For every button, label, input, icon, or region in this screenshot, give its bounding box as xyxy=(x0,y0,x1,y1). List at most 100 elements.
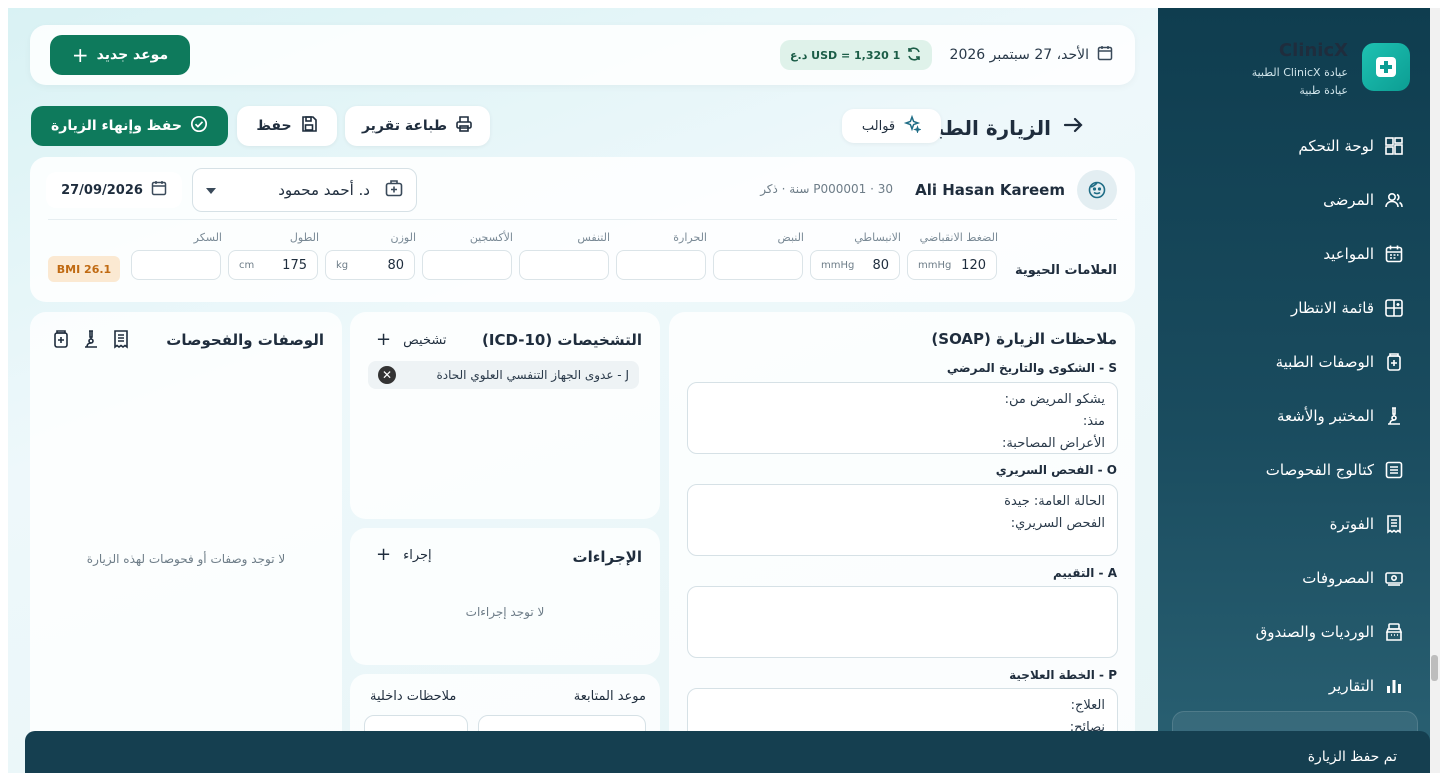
soap-s-label: S - الشكوى والتاريخ المرضي xyxy=(946,361,1117,375)
sidebar-item-billing[interactable]: الفوترة xyxy=(1330,509,1404,539)
prescriptions-empty: لا توجد وصفات أو فحوصات لهذه الزيارة xyxy=(86,552,286,566)
sidebar-item-label: الورديات والصندوق xyxy=(1255,623,1374,641)
vital-input-diastolic[interactable]: 80 mmHg xyxy=(810,250,900,280)
sidebar xyxy=(1158,8,1430,773)
procedures-panel: الإجراءات إجراء + لا توجد إجراءات xyxy=(350,528,660,665)
brand-name: ClinicX xyxy=(1278,40,1348,61)
medical-bag-icon xyxy=(384,178,404,202)
vital-input-systolic[interactable]: 120 mmHg xyxy=(907,250,997,280)
vital-label-temperature: الحرارة xyxy=(673,231,707,244)
vitals-section-label: العلامات الحيوية xyxy=(1015,263,1117,278)
save-button[interactable]: حفظ xyxy=(237,106,337,146)
prescription-actions xyxy=(52,329,130,353)
templates-button[interactable]: قوالب xyxy=(842,109,941,143)
soap-a-label: A - التقييم xyxy=(1053,566,1117,580)
microscope-icon[interactable] xyxy=(82,329,100,353)
microscope-icon xyxy=(1384,406,1404,426)
vital-input-pulse[interactable] xyxy=(713,250,803,280)
current-date: الأحد، 27 سبتمبر 2026 xyxy=(950,45,1113,65)
add-prescription-icon[interactable] xyxy=(52,329,70,353)
sparkle-icon xyxy=(903,114,923,137)
save-finish-visit-button[interactable]: حفظ وإنهاء الزيارة xyxy=(31,106,228,146)
back-arrow-icon[interactable] xyxy=(1061,113,1085,142)
vital-input-respiration[interactable] xyxy=(519,250,609,280)
plus-icon: + xyxy=(376,544,392,565)
patient-avatar xyxy=(1077,170,1117,210)
sidebar-item-label: قائمة الانتظار xyxy=(1291,299,1374,317)
soap-p-label: P - الخطة العلاجية xyxy=(1009,668,1117,682)
refresh-icon xyxy=(906,46,922,65)
vital-label-height: الطول xyxy=(289,231,319,244)
toast-message: تم حفظ الزيارة xyxy=(1307,749,1397,765)
scrollbar-thumb[interactable] xyxy=(1431,655,1438,681)
vital-input-height[interactable]: 175 cm xyxy=(228,250,318,280)
vital-input-weight[interactable]: 80 kg xyxy=(325,250,415,280)
prescriptions-panel: الوصفات والفحوصات لا توجد وصفات أو فحوصا… xyxy=(30,312,342,773)
sidebar-item-test-catalog[interactable]: كتالوج الفحوصات xyxy=(1266,455,1404,485)
sidebar-item-reports[interactable]: التقارير xyxy=(1329,671,1404,701)
invoice-icon[interactable] xyxy=(112,329,130,353)
followup-label: موعد المتابعة xyxy=(573,689,646,704)
add-procedure-button[interactable]: إجراء + xyxy=(376,546,432,564)
sidebar-item-label: المرضى xyxy=(1323,191,1374,209)
plus-icon: + xyxy=(71,43,89,67)
soap-o-textarea[interactable]: الحالة العامة: جيدة الفحص السريري: xyxy=(687,484,1118,556)
procedures-empty: لا توجد إجراءات xyxy=(465,605,545,619)
soap-a-textarea[interactable] xyxy=(687,586,1118,658)
patient-meta: P000001 · 30 سنة · ذكر xyxy=(760,182,893,196)
diagnoses-title: التشخيصات (ICD-10) xyxy=(482,331,642,349)
soap-s-textarea[interactable]: يشكو المريض من: منذ: الأعراض المصاحبة: xyxy=(687,382,1118,454)
print-report-button[interactable]: طباعة تقرير xyxy=(345,106,490,146)
catalog-icon xyxy=(1384,460,1404,480)
vital-input-oxygen[interactable] xyxy=(422,250,512,280)
cash-register-icon xyxy=(1384,622,1404,642)
printer-icon xyxy=(455,115,473,137)
procedures-title: الإجراءات xyxy=(572,548,642,566)
dashboard-icon xyxy=(1384,136,1404,156)
vital-label-systolic: الضغط الانقباضي xyxy=(919,231,998,244)
exchange-rate-badge: 1 USD = 1,320 د.ع xyxy=(780,40,933,70)
app-window: ClinicX عيادة ClinicX الطبية عيادة طبية … xyxy=(0,0,1440,773)
chevron-down-icon xyxy=(205,181,217,199)
visit-date-field[interactable]: 27/09/2026 xyxy=(46,172,182,208)
expenses-icon xyxy=(1384,568,1404,588)
calendar-icon xyxy=(1097,45,1113,65)
sidebar-item-label: كتالوج الفحوصات xyxy=(1265,461,1374,479)
remove-diagnosis-icon[interactable]: ✕ xyxy=(378,366,396,384)
sidebar-item-prescriptions[interactable]: الوصفات الطبية xyxy=(1276,347,1404,377)
soap-panel: ملاحظات الزيارة (SOAP) S - الشكوى والتار… xyxy=(669,312,1135,773)
sidebar-item-shifts[interactable]: الورديات والصندوق xyxy=(1256,617,1404,647)
card-divider xyxy=(48,219,1117,220)
top-bar: + موعد جديد 1 USD = 1,320 د.ع الأحد، 27 … xyxy=(30,25,1135,85)
sidebar-item-queue[interactable]: قائمة الانتظار xyxy=(1291,293,1404,323)
vital-label-pulse: النبض xyxy=(777,231,804,244)
vital-label-weight: الوزن xyxy=(390,231,416,244)
vital-input-sugar[interactable] xyxy=(131,250,221,280)
soap-o-label: O - الفحص السريري xyxy=(995,463,1117,477)
calendar-icon xyxy=(151,180,167,200)
brand-subtitle: عيادة ClinicX الطبية xyxy=(1251,66,1348,79)
vital-input-temperature[interactable] xyxy=(616,250,706,280)
brand-logo xyxy=(1362,43,1410,91)
patient-card: Ali Hasan Kareem P000001 · 30 سنة · ذكر … xyxy=(30,157,1135,302)
sidebar-item-lab[interactable]: المختبر والأشعة xyxy=(1277,401,1404,431)
doctor-select[interactable]: د. أحمد محمود xyxy=(192,168,417,212)
users-icon xyxy=(1384,190,1404,210)
sidebar-item-label: المصروفات xyxy=(1302,569,1374,587)
add-diagnosis-button[interactable]: تشخيص + xyxy=(376,331,447,349)
diagnosis-chip: J - عدوى الجهاز التنفسي العلوي الحادة ✕ xyxy=(368,361,639,389)
diagnoses-panel: التشخيصات (ICD-10) تشخيص + J - عدوى الجه… xyxy=(350,312,660,519)
vital-label-oxygen: الأكسجين xyxy=(469,231,513,244)
patient-name: Ali Hasan Kareem xyxy=(915,181,1065,199)
sidebar-item-patients[interactable]: المرضى xyxy=(1323,185,1404,215)
sidebar-item-dashboard[interactable]: لوحة التحكم xyxy=(1298,131,1404,161)
bmi-badge: BMI 26.1 xyxy=(48,256,120,282)
soap-title: ملاحظات الزيارة (SOAP) xyxy=(931,330,1117,348)
sidebar-item-label: المواعيد xyxy=(1323,245,1374,263)
vital-label-sugar: السكر xyxy=(193,231,222,244)
internal-notes-label: ملاحظات داخلية xyxy=(370,689,457,704)
sidebar-item-appointments[interactable]: المواعيد xyxy=(1323,239,1404,269)
new-appointment-button[interactable]: + موعد جديد xyxy=(50,35,190,75)
sidebar-item-expenses[interactable]: المصروفات xyxy=(1302,563,1404,593)
check-circle-icon xyxy=(190,115,208,137)
